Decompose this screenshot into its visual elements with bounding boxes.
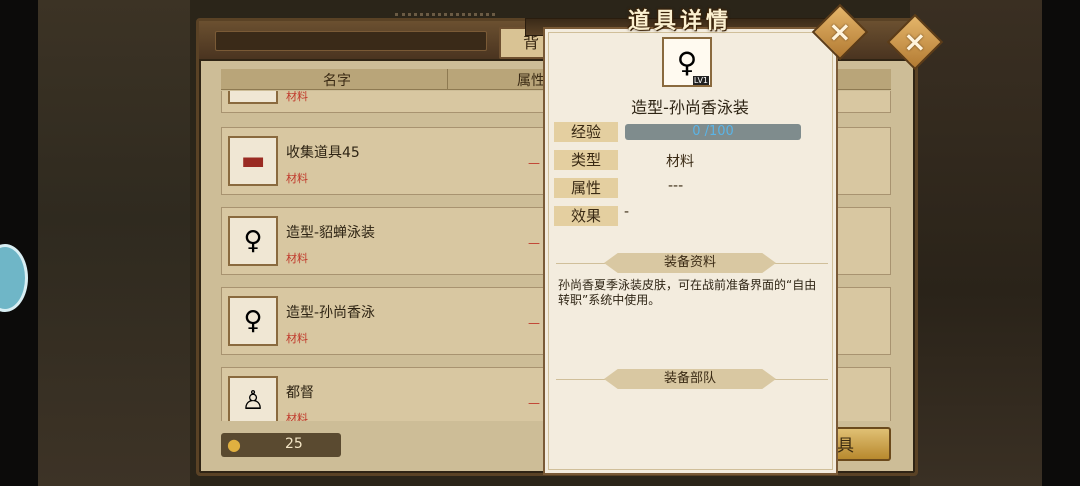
- level-tag: LV1: [692, 76, 709, 85]
- close-icon: ×: [903, 25, 927, 58]
- item-name: 造型-貂蝉泳装: [286, 225, 376, 241]
- column-name-header: 名字: [323, 73, 351, 89]
- item-portrait: ♀ LV1: [662, 37, 712, 87]
- exp-value: 0 /100: [692, 124, 734, 139]
- exp-label: 经验: [554, 122, 618, 142]
- close-icon: ×: [828, 14, 852, 48]
- swimsuit-character-icon: ♀: [228, 216, 278, 266]
- item-name: 都督: [286, 385, 314, 401]
- effect-label: 效果: [554, 206, 618, 226]
- attr-label: 属性: [554, 178, 618, 198]
- attr-value: ---: [668, 178, 684, 194]
- item-type-label: 材料: [286, 91, 308, 103]
- type-label: 类型: [554, 150, 618, 170]
- item-type-label: 材料: [286, 412, 308, 421]
- detail-title: 道具详情: [628, 9, 733, 34]
- item-attr: —: [528, 236, 540, 250]
- item-name: 收集道具45: [286, 145, 360, 161]
- item-attr: —: [528, 396, 540, 410]
- detail-item-name: 造型-孙尚香泳装: [631, 98, 749, 117]
- exp-progress-bar: 0 /100: [625, 124, 801, 140]
- swimsuit-character-icon: ♀: [676, 45, 698, 79]
- screen-edge-right: [1042, 0, 1080, 486]
- equipment-troop-header: 装备部队: [604, 369, 776, 389]
- gold-ingot-icon: ●: [227, 435, 241, 454]
- item-type-label: 材料: [286, 332, 308, 345]
- currency-bar: ● 25: [221, 433, 341, 457]
- item-type-label: 材料: [286, 252, 308, 265]
- panel-title-bar: [215, 31, 487, 51]
- column-divider: [447, 69, 448, 89]
- currency-count: 25: [285, 436, 303, 452]
- tank-icon: ▬: [228, 136, 278, 186]
- screen-edge-left: [0, 0, 38, 486]
- item-icon: ▦: [228, 91, 278, 104]
- item-attr: —: [528, 316, 540, 330]
- effect-value: -: [624, 204, 630, 220]
- column-attr-header: 属性: [517, 73, 545, 89]
- type-value: 材料: [666, 154, 694, 170]
- item-name: 造型-孙尚香泳: [286, 305, 376, 321]
- item-attr: —: [528, 156, 540, 170]
- equipment-info-header: 装备资料: [604, 253, 776, 273]
- swimsuit-character-icon: ♀: [228, 296, 278, 346]
- item-type-label: 材料: [286, 172, 308, 185]
- item-description: 孙尚香夏季泳装皮肤，可在战前准备界面的“自由转职”系统中使用。: [558, 278, 817, 307]
- general-character-icon: ♙: [228, 376, 278, 421]
